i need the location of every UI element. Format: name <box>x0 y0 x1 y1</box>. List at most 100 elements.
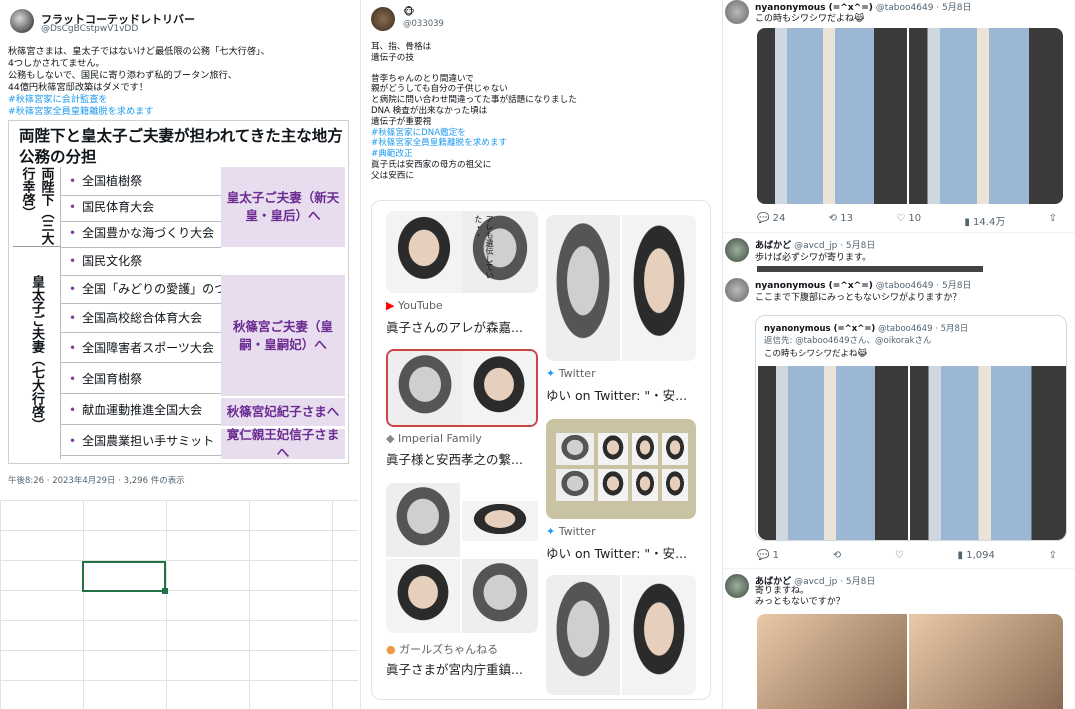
photo <box>910 366 1066 540</box>
handle[interactable]: @DsCgBCstpwV1vDD <box>41 24 138 34</box>
photo <box>546 575 620 695</box>
tweet-line: みっともないですか？ <box>755 597 845 607</box>
retweet-button[interactable]: ⟲ 13 <box>829 213 853 228</box>
retweet-button[interactable]: ⟲ <box>833 550 841 561</box>
avatar[interactable] <box>371 7 395 31</box>
like-count: 10 <box>908 213 922 224</box>
result-image[interactable] <box>386 349 538 427</box>
result-caption[interactable]: 眞子さまが宮内庁重鎮... <box>386 659 536 678</box>
tweet-line: 眞子氏は安西家の母方の祖父に <box>371 159 492 170</box>
photo <box>598 469 628 501</box>
avatar[interactable] <box>725 0 749 24</box>
tweet-text: 秋篠宮さまは、皇太子ではないけど最低限の公務「七大行啓」、 4つしかされてません… <box>8 46 270 118</box>
result-caption[interactable]: 眞子様と安西孝之の繋... <box>386 449 536 468</box>
tweet-text: この時もシワシワだよね😹 <box>755 14 865 24</box>
avatar[interactable] <box>725 278 749 302</box>
table-row: 国民文化祭 <box>61 247 345 276</box>
tweet-line: 公務もしないで、国民に寄り添わず私的ブータン旅行、 <box>8 70 238 81</box>
handle[interactable]: @033039 <box>403 19 444 29</box>
table-row: 全国農業担い手サミット <box>61 427 221 456</box>
result-image[interactable] <box>546 215 696 361</box>
youtube-icon: ▶ <box>386 299 395 312</box>
reply-to[interactable]: 返信先: @taboo4649さん、@oikorakさん <box>764 334 932 346</box>
source-label: Imperial Family <box>397 432 482 445</box>
avatar[interactable] <box>725 574 749 598</box>
divider <box>723 568 1075 569</box>
photo <box>462 501 538 541</box>
photo <box>556 469 594 501</box>
tweet-line: 親がどうしても自分の子供じゃない <box>371 84 508 95</box>
avatar[interactable] <box>725 238 749 262</box>
result-source: ✦ Twitter <box>546 367 596 380</box>
result-caption[interactable]: ゆい on Twitter: "・安... <box>546 385 696 404</box>
tweet-media[interactable] <box>757 28 1063 204</box>
source-label: YouTube <box>397 299 443 312</box>
photo <box>388 351 462 425</box>
result-image[interactable]: アレも遺伝していた・・ <box>386 211 538 293</box>
photo <box>622 215 696 361</box>
hashtag-link[interactable]: #秋篠宮家に会計監査を <box>8 94 270 106</box>
display-name[interactable]: nyanonymous (=^x^=) <box>764 324 875 334</box>
views-button[interactable]: ▮ 14.4万 <box>964 213 1005 228</box>
source-label: Twitter <box>558 367 596 380</box>
views-button[interactable]: ▮ 1,094 <box>958 550 995 561</box>
result-source: ● ガールズちゃんねる <box>386 641 498 657</box>
tweet-line <box>371 64 577 74</box>
result-caption[interactable]: ゆい on Twitter: "・安... <box>546 543 696 562</box>
source-label: Twitter <box>558 525 596 538</box>
result-caption[interactable]: 眞子さんのアレが森嘉... <box>386 317 536 336</box>
imperial-family-icon: ◆ <box>386 432 395 445</box>
quote-text: この時もシワシワだよね😹 <box>764 349 868 359</box>
result-source: ◆ Imperial Family <box>386 432 482 445</box>
tweet-line: と病院に問い合わせ間違ってた事が話題になりました <box>371 95 577 106</box>
hashtag-link[interactable]: #秋篠宮家全員皇籍離脱を求めます <box>371 138 577 149</box>
reply-button[interactable]: 💬 1 <box>757 550 779 561</box>
hashtag-link[interactable]: #秋篠宮家にDNA鑑定を <box>371 128 577 139</box>
tweet-line: 耳、指、骨格は <box>371 42 432 52</box>
display-name[interactable]: 🐵 <box>403 7 415 18</box>
hashtag-link[interactable]: #典範改正 <box>371 149 577 160</box>
attached-table-image[interactable]: 両陛下と皇太子ご夫妻が担われてきた主な地方公務の分担 両陛下（三大行幸啓） 皇太… <box>8 120 349 464</box>
photo <box>546 215 620 361</box>
assignment-label: 秋篠宮ご夫妻（皇嗣・皇嗣妃）へ <box>221 275 345 396</box>
twitter-icon: ✦ <box>546 525 556 538</box>
tweet-actions: 💬 24 ⟲ 13 ♡ 10 ▮ 14.4万 ⇪ <box>757 213 1057 228</box>
photo <box>386 483 460 557</box>
like-button[interactable]: ♡ <box>895 550 904 561</box>
photo <box>632 469 658 501</box>
tweet-line: 昔李ちゃんのとり間違いで <box>371 73 474 84</box>
tweet-text: 寄りますね。 みっともないですか？ <box>755 586 845 608</box>
photo <box>909 28 1063 204</box>
image-search-results: アレも遺伝していた・・ ▶ YouTube 眞子さんのアレが森嘉... ◆ Im… <box>371 200 711 700</box>
selected-cell[interactable] <box>82 561 168 594</box>
photo <box>632 433 658 465</box>
result-image[interactable] <box>546 575 696 695</box>
reply-count: 1 <box>772 550 780 561</box>
share-icon[interactable]: ⇪ <box>1049 213 1057 228</box>
photo <box>758 366 908 540</box>
spreadsheet-grid[interactable] <box>0 500 358 709</box>
table-row: 全国障害者スポーツ大会 <box>61 334 221 363</box>
photo <box>386 559 460 633</box>
table-row: 全国「みどりの愛護」のつどい <box>61 275 250 304</box>
tweet-media[interactable] <box>757 614 1063 709</box>
hashtag-link[interactable]: #秋篠宮家全員皇籍離脱を求めます <box>8 106 270 118</box>
right-thread-panel: nyanonymous (=^x^=) @taboo4649 · 5月8日 この… <box>722 0 1075 709</box>
view-count: 14.4万 <box>973 217 1006 228</box>
tweet-line: 44億円秋篠宮邸改築はダメです！ <box>8 82 149 93</box>
tweet-meta[interactable]: 午後8:26 · 2023年4月29日 · 3,296 件の表示 <box>8 474 185 486</box>
handle[interactable]: @taboo4649 · 5月8日 <box>878 324 968 334</box>
reply-button[interactable]: 💬 24 <box>757 213 785 228</box>
source-label: ガールズちゃんねる <box>399 643 499 656</box>
assignment-label: 寛仁親王妃信子さまへ <box>221 427 345 460</box>
result-image[interactable] <box>546 419 696 519</box>
tweet-text: 耳、指、骨格は 遺伝子の技 昔李ちゃんのとり間違いで 親がどうしても自分の子供じ… <box>371 42 577 182</box>
handle[interactable]: @taboo4649 · 5月8日 <box>876 3 972 13</box>
like-button[interactable]: ♡ 10 <box>896 213 921 228</box>
quoted-tweet[interactable]: nyanonymous (=^x^=) @taboo4649 · 5月8日 返信… <box>755 315 1067 541</box>
quote-header: nyanonymous (=^x^=) @taboo4649 · 5月8日 <box>764 322 968 334</box>
photo <box>598 433 628 465</box>
share-icon[interactable]: ⇪ <box>1049 550 1057 561</box>
avatar[interactable] <box>10 9 34 33</box>
result-image[interactable] <box>386 483 538 633</box>
